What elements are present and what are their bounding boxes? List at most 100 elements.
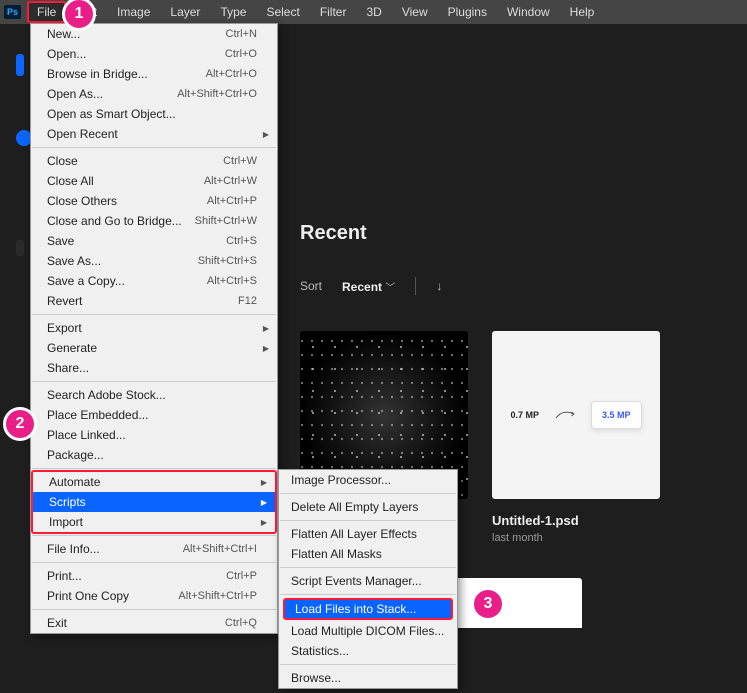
mp-left: 0.7 MP xyxy=(510,410,539,420)
submenu-separator xyxy=(280,520,456,521)
menu-item-close-all[interactable]: Close All Alt+Ctrl+W xyxy=(31,171,277,191)
menu-item-close[interactable]: Close Ctrl+W xyxy=(31,151,277,171)
menu-item-open[interactable]: Open...Ctrl+O xyxy=(31,44,277,64)
submenu-item-browse[interactable]: Browse... xyxy=(279,668,457,688)
file-menu-dropdown: New...Ctrl+NOpen...Ctrl+OBrowse in Bridg… xyxy=(30,23,278,634)
menu-item-shortcut: Alt+Shift+Ctrl+P xyxy=(178,590,257,602)
menu-item-open-as[interactable]: Open As...Alt+Shift+Ctrl+O xyxy=(31,84,277,104)
submenu-item-load-files-into-stack[interactable]: Load Files into Stack... xyxy=(283,598,453,620)
menu-3d[interactable]: 3D xyxy=(356,1,391,23)
menu-image[interactable]: Image xyxy=(107,1,160,23)
menu-item-shortcut: F12 xyxy=(238,295,257,307)
menu-item-shortcut: Ctrl+W xyxy=(223,155,257,167)
recent-file-2-sub: last month xyxy=(492,532,660,544)
submenu-separator xyxy=(280,664,456,665)
menu-item-print[interactable]: Print... Ctrl+P xyxy=(31,566,277,586)
menu-item-shortcut: Ctrl+P xyxy=(226,570,257,582)
submenu-item-flatten-all-masks[interactable]: Flatten All Masks xyxy=(279,544,457,564)
menu-layer[interactable]: Layer xyxy=(160,1,210,23)
menu-item-save-a-copy[interactable]: Save a Copy... Alt+Ctrl+S xyxy=(31,271,277,291)
menu-item-search-adobe-stock[interactable]: Search Adobe Stock... xyxy=(31,385,277,405)
menu-item-label: Package... xyxy=(47,448,104,462)
menu-item-shortcut: Ctrl+S xyxy=(226,235,257,247)
submenu-item-delete-all-empty-layers[interactable]: Delete All Empty Layers xyxy=(279,497,457,517)
menu-item-label: Automate xyxy=(49,475,100,489)
recent-file-2-thumb[interactable]: 0.7 MP 3.5 MP xyxy=(492,331,660,499)
menu-view[interactable]: View xyxy=(392,1,438,23)
submenu-item-load-multiple-dicom-files[interactable]: Load Multiple DICOM Files... xyxy=(279,621,457,641)
submenu-item-script-events-manager[interactable]: Script Events Manager... xyxy=(279,571,457,591)
menu-item-save-as[interactable]: Save As...Shift+Ctrl+S xyxy=(31,251,277,271)
menu-item-export[interactable]: Export xyxy=(31,318,277,338)
menu-item-shortcut: Ctrl+O xyxy=(225,48,257,60)
menu-filter[interactable]: Filter xyxy=(310,1,357,23)
menu-item-shortcut: Alt+Ctrl+S xyxy=(207,275,257,287)
menu-item-share[interactable]: Share... xyxy=(31,358,277,378)
menu-item-revert[interactable]: Revert F12 xyxy=(31,291,277,311)
sidebar-fragment xyxy=(16,240,24,256)
menu-item-close-others[interactable]: Close OthersAlt+Ctrl+P xyxy=(31,191,277,211)
menu-item-save[interactable]: Save Ctrl+S xyxy=(31,231,277,251)
scripts-submenu: Image Processor... Delete All Empty Layer… xyxy=(278,469,458,689)
menu-item-label: Close and Go to Bridge... xyxy=(47,214,182,228)
menu-file[interactable]: File xyxy=(27,1,66,23)
menu-item-place-embedded[interactable]: Place Embedded... xyxy=(31,405,277,425)
menu-item-label: Revert xyxy=(47,294,82,308)
menu-item-label: Close xyxy=(47,154,78,168)
menu-item-automate[interactable]: Automate xyxy=(33,472,275,492)
menu-item-scripts[interactable]: Scripts xyxy=(33,492,275,512)
submenu-item-image-processor[interactable]: Image Processor... xyxy=(279,470,457,490)
menu-plugins[interactable]: Plugins xyxy=(438,1,497,23)
recent-file-2-title: Untitled-1.psd xyxy=(492,513,660,528)
menu-item-label: Share... xyxy=(47,361,89,375)
submenu-item-label: Flatten All Layer Effects xyxy=(291,527,417,541)
menu-item-browse-in-bridge[interactable]: Browse in Bridge...Alt+Ctrl+O xyxy=(31,64,277,84)
menu-item-label: Exit xyxy=(47,616,67,630)
menu-item-open-as-smart-object[interactable]: Open as Smart Object... xyxy=(31,104,277,124)
menu-item-generate[interactable]: Generate xyxy=(31,338,277,358)
menu-item-label: Save xyxy=(47,234,74,248)
menu-item-exit[interactable]: ExitCtrl+Q xyxy=(31,613,277,633)
menu-separator xyxy=(32,381,276,382)
menu-separator xyxy=(32,535,276,536)
menu-window[interactable]: Window xyxy=(497,1,560,23)
menu-item-label: Export xyxy=(47,321,82,335)
home-create-button-fragment[interactable] xyxy=(16,54,24,76)
submenu-item-statistics[interactable]: Statistics... xyxy=(279,641,457,661)
submenu-item-label: Script Events Manager... xyxy=(291,574,422,588)
submenu-item-label: Browse... xyxy=(291,671,341,685)
menu-item-import[interactable]: Import xyxy=(33,512,275,532)
menu-item-shortcut: Alt+Ctrl+P xyxy=(207,195,257,207)
menu-select[interactable]: Select xyxy=(256,1,309,23)
submenu-item-label: Flatten All Masks xyxy=(291,547,382,561)
menu-item-label: File Info... xyxy=(47,542,100,556)
menu-item-print-one-copy[interactable]: Print One CopyAlt+Shift+Ctrl+P xyxy=(31,586,277,606)
menu-item-shortcut: Alt+Ctrl+W xyxy=(204,175,257,187)
submenu-separator xyxy=(280,594,456,595)
sort-direction-icon[interactable]: ↓ xyxy=(436,279,442,293)
recent-heading: Recent xyxy=(300,222,737,245)
menu-item-label: Scripts xyxy=(49,495,86,509)
submenu-item-label: Image Processor... xyxy=(291,473,391,487)
menu-item-file-info[interactable]: File Info...Alt+Shift+Ctrl+I xyxy=(31,539,277,559)
menu-item-open-recent[interactable]: Open Recent xyxy=(31,124,277,144)
menu-item-package[interactable]: Package... xyxy=(31,445,277,465)
menu-type[interactable]: Type xyxy=(210,1,256,23)
submenu-item-flatten-all-layer-effects[interactable]: Flatten All Layer Effects xyxy=(279,524,457,544)
menu-item-close-and-go-to-bridge[interactable]: Close and Go to Bridge...Shift+Ctrl+W xyxy=(31,211,277,231)
sort-label: Sort xyxy=(300,279,322,293)
menu-item-place-linked[interactable]: Place Linked... xyxy=(31,425,277,445)
menu-separator xyxy=(32,314,276,315)
recent-file-4-thumb[interactable] xyxy=(442,578,582,628)
menu-help[interactable]: Help xyxy=(560,1,605,23)
menu-item-label: Print... xyxy=(47,569,82,583)
menu-separator xyxy=(32,609,276,610)
menu-item-label: Open Recent xyxy=(47,127,118,141)
menu-item-label: Save a Copy... xyxy=(47,274,125,288)
annotation-badge-3: 3 xyxy=(471,587,505,621)
submenu-item-label: Delete All Empty Layers xyxy=(291,500,418,514)
ps-logo: Ps xyxy=(4,5,21,19)
menu-item-label: Close All xyxy=(47,174,94,188)
sort-select[interactable]: Recent ﹀ xyxy=(342,279,395,294)
menu-separator xyxy=(32,468,276,469)
